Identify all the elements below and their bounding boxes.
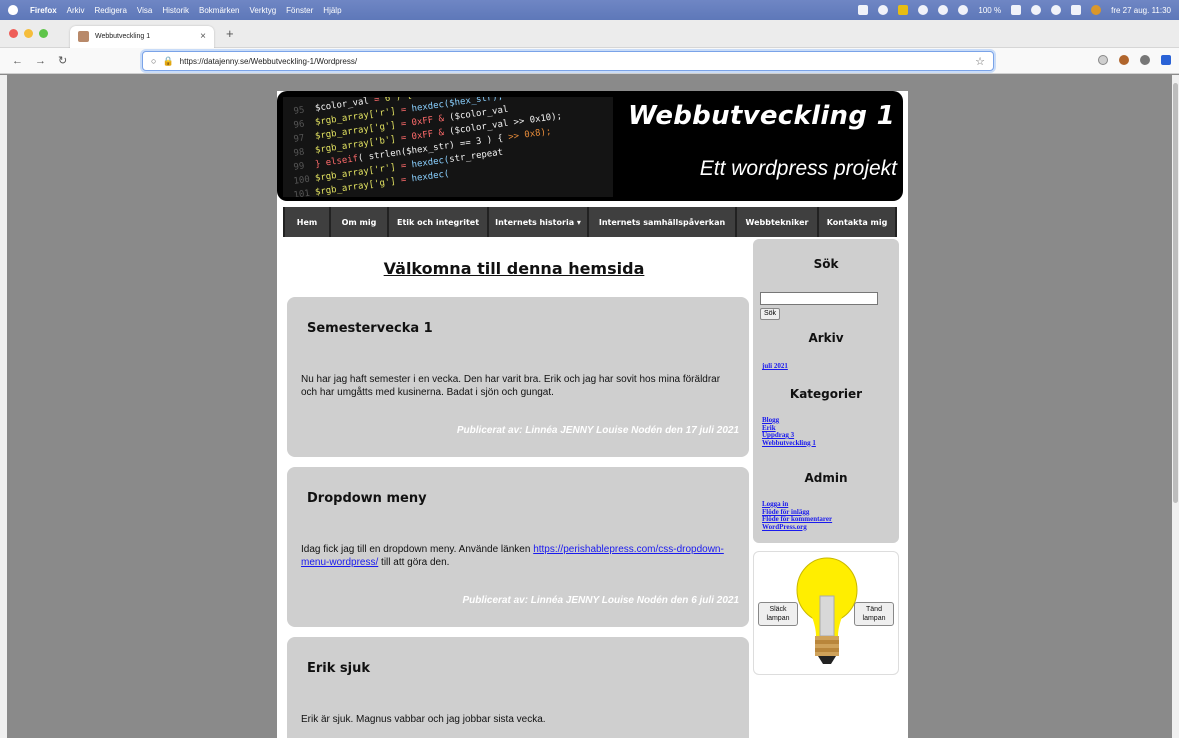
wifi-icon[interactable] xyxy=(1031,5,1042,15)
menu-redigera[interactable]: Redigera xyxy=(94,6,126,15)
lock-icon[interactable]: 🔒 xyxy=(162,56,173,67)
nav-item-hem[interactable]: Hem xyxy=(285,207,331,237)
close-window-icon[interactable] xyxy=(9,29,18,38)
site-header: 95 $color_val = 6 ) { -f]/", '', $he 96 … xyxy=(277,91,903,201)
tab-close-icon[interactable]: × xyxy=(200,31,206,42)
lamp-widget: Släck lampan Tänd lampan xyxy=(753,551,899,675)
post-title[interactable]: Erik sjuk xyxy=(307,661,370,676)
nav-item-webbtekniker[interactable]: Webbtekniker xyxy=(737,207,819,237)
search-input[interactable] xyxy=(760,292,878,305)
post-card: Dropdown meny Idag fick jag till en drop… xyxy=(287,467,749,627)
menu-fonster[interactable]: Fönster xyxy=(286,6,313,15)
notes-icon[interactable] xyxy=(898,5,909,15)
menu-bokmarken[interactable]: Bokmärken xyxy=(199,6,239,15)
admin-link[interactable]: WordPress.org xyxy=(762,523,832,532)
post-body: Idag fick jag till en dropdown meny. Anv… xyxy=(301,543,731,569)
minimize-window-icon[interactable] xyxy=(24,29,33,38)
lamp-on-button[interactable]: Tänd lampan xyxy=(854,602,894,626)
page-viewport: 95 $color_val = 6 ) { -f]/", '', $he 96 … xyxy=(7,75,1172,738)
category-link[interactable]: Webbutveckling 1 xyxy=(762,439,816,448)
post-title[interactable]: Dropdown meny xyxy=(307,491,427,506)
sync-icon[interactable] xyxy=(918,5,929,15)
shield-icon[interactable]: ○ xyxy=(151,56,156,66)
back-icon[interactable]: ← xyxy=(12,55,23,67)
clock[interactable]: fre 27 aug. 11:30 xyxy=(1111,6,1171,15)
forward-icon[interactable]: → xyxy=(35,55,46,67)
sidebar: Sök Sök Arkiv juli 2021 Kategorier Blogg… xyxy=(753,239,899,543)
extension-blue-icon[interactable] xyxy=(1161,55,1171,65)
navigation-bar: ← → ↻ ○ 🔒 https://datajenny.se/Webbutvec… xyxy=(0,48,1179,183)
search-button[interactable]: Sök xyxy=(760,308,781,320)
post-body-text: Idag fick jag till en dropdown meny. Anv… xyxy=(301,544,534,555)
window-controls xyxy=(0,29,70,38)
bookmark-star-icon[interactable]: ☆ xyxy=(975,55,985,68)
page-heading: Välkomna till denna hemsida xyxy=(383,259,645,278)
search-icon[interactable] xyxy=(1051,5,1062,15)
favicon-icon xyxy=(78,31,89,42)
lamp-off-button[interactable]: Släck lampan xyxy=(758,602,798,626)
menu-visa[interactable]: Visa xyxy=(137,6,152,15)
menu-app-name[interactable]: Firefox xyxy=(30,6,57,15)
new-tab-icon[interactable]: + xyxy=(226,26,234,41)
nav-item-internets-historia[interactable]: Internets historia ▾ xyxy=(489,207,589,237)
browser-tab[interactable]: Webbutveckling 1 × xyxy=(70,25,214,48)
pocket-icon[interactable] xyxy=(1098,55,1108,65)
battery-icon[interactable] xyxy=(1011,5,1022,15)
tab-strip: Webbutveckling 1 × + xyxy=(0,20,1179,48)
nav-item-kontakta[interactable]: Kontakta mig xyxy=(819,207,895,237)
control-center-icon[interactable] xyxy=(1071,5,1082,15)
left-edge xyxy=(0,75,7,738)
menu-arkiv[interactable]: Arkiv xyxy=(67,6,85,15)
archive-link[interactable]: juli 2021 xyxy=(762,362,788,371)
categories-heading: Kategorier xyxy=(789,387,863,401)
vertical-scrollbar[interactable] xyxy=(1172,75,1179,738)
search-heading: Sök xyxy=(813,257,839,271)
post-title[interactable]: Semestervecka 1 xyxy=(307,321,433,336)
record-icon[interactable] xyxy=(878,5,889,15)
archive-heading: Arkiv xyxy=(808,331,844,345)
archive-links: juli 2021 xyxy=(762,362,788,371)
scrollbar-thumb[interactable] xyxy=(1173,83,1178,503)
macos-menubar: Firefox Arkiv Redigera Visa Historik Bok… xyxy=(0,0,1179,20)
site-wrapper: 95 $color_val = 6 ) { -f]/", '', $he 96 … xyxy=(277,91,908,738)
code-header-image: 95 $color_val = 6 ) { -f]/", '', $he 96 … xyxy=(283,97,613,197)
main-content: Välkomna till denna hemsida Semesterveck… xyxy=(281,239,749,738)
menu-verktyg[interactable]: Verktyg xyxy=(249,6,276,15)
post-body-text: till att göra den. xyxy=(378,557,450,568)
url-bar[interactable]: ○ 🔒 https://datajenny.se/Webbutveckling-… xyxy=(142,51,994,71)
menu-historik[interactable]: Historik xyxy=(162,6,189,15)
account-icon[interactable] xyxy=(1140,55,1150,65)
site-tagline: Ett wordpress projekt xyxy=(699,157,897,180)
url-text[interactable]: https://datajenny.se/Webbutveckling-1/Wo… xyxy=(180,57,357,66)
admin-links: Logga in Flöde för inlägg Flöde för komm… xyxy=(762,500,832,532)
extension-icon[interactable] xyxy=(1119,55,1129,65)
accessibility-icon[interactable] xyxy=(938,5,949,15)
site-title[interactable]: Webbutveckling 1 xyxy=(628,101,895,131)
menubar-status-area: 100 % fre 27 aug. 11:30 xyxy=(858,5,1171,15)
nav-item-samhallspaverkan[interactable]: Internets samhällspåverkan xyxy=(589,207,737,237)
nav-item-etik[interactable]: Etik och integritet xyxy=(389,207,489,237)
menu-hjalp[interactable]: Hjälp xyxy=(323,6,341,15)
toolbar-right: ≡ xyxy=(1098,55,1171,183)
screen-icon[interactable] xyxy=(858,5,869,15)
apple-icon[interactable] xyxy=(8,5,18,15)
reload-icon[interactable]: ↻ xyxy=(58,54,67,67)
admin-heading: Admin xyxy=(804,471,848,485)
siri-icon[interactable] xyxy=(1091,5,1102,15)
battery-percent: 100 % xyxy=(978,5,1002,15)
post-body: Nu har jag haft semester i en vecka. Den… xyxy=(301,374,721,398)
post-meta: Publicerat av: Linnéa JENNY Louise Nodén… xyxy=(462,595,739,606)
category-links: Blogg Erik Uppdrag 3 Webbutveckling 1 xyxy=(762,416,816,448)
nav-item-om-mig[interactable]: Om mig xyxy=(331,207,389,237)
fullscreen-window-icon[interactable] xyxy=(39,29,48,38)
post-card: Erik sjuk Erik är sjuk. Magnus vabbar oc… xyxy=(287,637,749,738)
lightbulb-icon xyxy=(796,557,858,664)
post-card: Semestervecka 1 Nu har jag haft semester… xyxy=(287,297,749,457)
tab-title: Webbutveckling 1 xyxy=(95,33,151,40)
post-meta: Publicerat av: Linnéa JENNY Louise Nodén… xyxy=(456,425,739,436)
site-nav-menu: Hem Om mig Etik och integritet Internets… xyxy=(283,207,897,237)
post-body: Erik är sjuk. Magnus vabbar och jag jobb… xyxy=(301,714,546,725)
moon-icon[interactable] xyxy=(958,5,969,15)
